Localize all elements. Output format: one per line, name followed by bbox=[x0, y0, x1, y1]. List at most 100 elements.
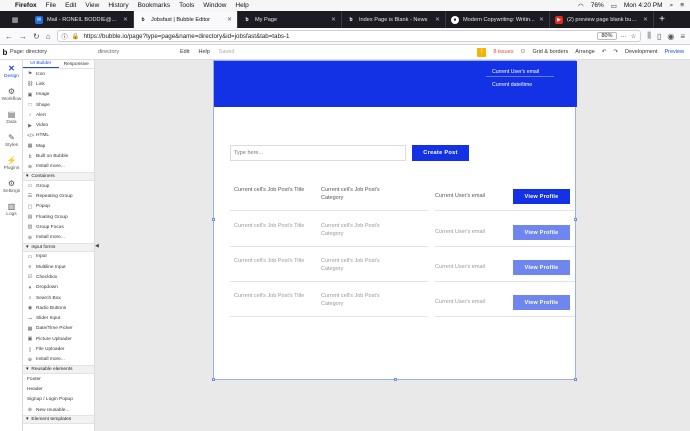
palette-item-picture-uploader[interactable]: ▣ Picture Uploader bbox=[23, 334, 94, 344]
collapse-panel-icon[interactable]: ◀ bbox=[95, 243, 99, 249]
tab-ui-builder[interactable]: UI Builder bbox=[23, 60, 59, 68]
hamburger-menu-icon[interactable]: ≡ bbox=[680, 32, 685, 41]
palette-item-alert[interactable]: ♪ Alert bbox=[23, 110, 94, 120]
palette-item-date-time-picker[interactable]: ▦ Date/Time Picker bbox=[23, 324, 94, 334]
section-input-forms[interactable]: ▾ Input forms bbox=[23, 242, 94, 252]
job-title-text[interactable]: Current cell's Job Post's Title bbox=[234, 187, 304, 193]
browser-tab-youtube[interactable]: ▶ (2) preview page blank bub... ✕ bbox=[550, 11, 654, 28]
close-icon[interactable]: ✕ bbox=[643, 16, 648, 23]
resize-handle[interactable] bbox=[394, 378, 397, 381]
user-email-text[interactable]: Current User's email bbox=[435, 193, 485, 199]
browser-tab-index-page[interactable]: b Index Page is Blank - News ✕ bbox=[342, 11, 446, 28]
rail-styles[interactable]: ✎ Styles bbox=[0, 129, 23, 152]
resize-handle[interactable] bbox=[212, 218, 215, 221]
search-icon[interactable]: ⌕ bbox=[670, 2, 674, 10]
menu-file[interactable]: File bbox=[46, 2, 56, 9]
close-icon[interactable]: ✕ bbox=[227, 16, 232, 23]
close-icon[interactable]: ✕ bbox=[123, 16, 128, 23]
close-icon[interactable]: ✕ bbox=[435, 16, 440, 23]
palette-item-file-uploader[interactable]: ▯ File Uploader bbox=[23, 344, 94, 354]
palette-item-install-more[interactable]: ⊕ Install more... bbox=[23, 162, 94, 172]
info-icon[interactable]: ⓘ bbox=[62, 32, 68, 41]
palette-item-repeating-group[interactable]: ☰ Repeating Group bbox=[23, 191, 94, 201]
palette-item-input[interactable]: ▭ Input bbox=[23, 252, 94, 262]
help-menu[interactable]: Help bbox=[198, 49, 209, 55]
page-selector[interactable]: Page: directory bbox=[10, 49, 98, 55]
bubble-logo-icon[interactable]: b bbox=[0, 48, 10, 57]
zoom-level[interactable]: 80% bbox=[597, 32, 617, 40]
resize-handle[interactable] bbox=[212, 378, 215, 381]
job-category-text[interactable]: Current cell's Job Post's Category bbox=[321, 293, 393, 309]
menu-tools[interactable]: Tools bbox=[179, 2, 194, 9]
preview-button[interactable]: Preview bbox=[664, 49, 684, 55]
grid-borders-button[interactable]: Grid & borders bbox=[532, 49, 568, 55]
back-icon[interactable]: ← bbox=[5, 32, 13, 41]
user-email-text[interactable]: Current User's email bbox=[435, 229, 485, 235]
page-directory[interactable]: Current User's email Current date/time C… bbox=[212, 60, 577, 381]
job-category-text[interactable]: Current cell's Job Post's Category bbox=[321, 223, 393, 239]
palette-item-signup-login-popup[interactable]: Signup / Login Popup bbox=[23, 395, 94, 405]
menu-help[interactable]: Help bbox=[235, 2, 248, 9]
palette-item-image[interactable]: ▣ Image bbox=[23, 90, 94, 100]
menu-app-name[interactable]: Firefox bbox=[15, 2, 37, 9]
create-post-button[interactable]: Create Post bbox=[412, 145, 469, 161]
view-profile-button[interactable]: View Profile bbox=[513, 225, 570, 240]
library-icon[interactable]: ⫼ bbox=[647, 31, 651, 41]
browser-tab-my-page[interactable]: b My Page ✕ bbox=[238, 11, 342, 28]
table-row[interactable]: Current cell's Job Post's Title Current … bbox=[230, 285, 575, 317]
header-date-time[interactable]: Current date/time bbox=[492, 82, 532, 88]
tab-responsive[interactable]: Responsive bbox=[59, 60, 95, 68]
menu-list-icon[interactable]: ≡ bbox=[680, 2, 684, 9]
url-bar[interactable]: ⓘ 🔒 https://bubble.io/page?type=page&nam… bbox=[56, 30, 642, 42]
user-email-text[interactable]: Current User's email bbox=[435, 299, 485, 305]
section-containers[interactable]: ▾ Containers bbox=[23, 171, 94, 181]
palette-item-shape[interactable]: □ Shape bbox=[23, 100, 94, 110]
palette-item-checkbox[interactable]: ☑ Checkbox bbox=[23, 272, 94, 282]
palette-item-multiline-input[interactable]: ≡ Multiline Input bbox=[23, 262, 94, 272]
rail-logs[interactable]: ▥ Logs bbox=[0, 198, 23, 221]
browser-tab-bubble-editor[interactable]: b Jobsfast | Bubble Editor ✕ bbox=[134, 11, 238, 28]
palette-item-search-box[interactable]: ⌕ Search Box bbox=[23, 293, 94, 303]
job-title-text[interactable]: Current cell's Job Post's Title bbox=[234, 258, 304, 264]
url-text[interactable]: https://bubble.io/page?type=page&name=di… bbox=[83, 33, 593, 40]
close-icon[interactable]: ✕ bbox=[331, 16, 336, 23]
rail-data[interactable]: ▤ Data bbox=[0, 106, 23, 129]
rail-plugins[interactable]: ⚡ Plugins bbox=[0, 152, 23, 175]
reload-icon[interactable]: ↻ bbox=[33, 32, 40, 41]
palette-item-popup[interactable]: ▢ Popup bbox=[23, 202, 94, 212]
redo-icon[interactable]: ↷ bbox=[613, 49, 618, 55]
element-dropdown[interactable]: directory bbox=[98, 49, 180, 55]
new-tab-icon[interactable]: + bbox=[654, 11, 670, 28]
palette-item-icon[interactable]: ⚑ Icon bbox=[23, 69, 94, 79]
resize-handle[interactable] bbox=[574, 218, 577, 221]
edit-menu[interactable]: Edit bbox=[180, 49, 189, 55]
home-icon[interactable]: ⌂ bbox=[46, 32, 51, 41]
browser-tab-mail[interactable]: ✉ Mail - RONEIL BODDIE@... ✕ bbox=[30, 11, 134, 28]
palette-item-link[interactable]: ⛓ Link bbox=[23, 79, 94, 89]
section-reusable-elements[interactable]: ▾ Reusable elements bbox=[23, 365, 94, 375]
rail-workflow[interactable]: ⚙ Workflow bbox=[0, 83, 23, 106]
palette-item-group-focus[interactable]: ▥ Group Focus bbox=[23, 222, 94, 232]
job-title-text[interactable]: Current cell's Job Post's Title bbox=[234, 293, 304, 299]
job-title-text[interactable]: Current cell's Job Post's Title bbox=[234, 223, 304, 229]
extension-icon[interactable]: ◉ bbox=[667, 32, 674, 41]
battery-level[interactable]: 76% bbox=[591, 2, 604, 9]
bookmark-star-icon[interactable]: ☆ bbox=[631, 33, 637, 40]
palette-item-map[interactable]: ▦ Map bbox=[23, 141, 94, 151]
palette-item-footer[interactable]: Footer bbox=[23, 374, 94, 384]
undo-icon[interactable]: ↶ bbox=[602, 49, 607, 55]
palette-item-new-reusable[interactable]: ⊕ New reusable... bbox=[23, 405, 94, 415]
header-user-email[interactable]: Current User's email bbox=[492, 69, 539, 75]
section-element-templates[interactable]: ▾ Element templates bbox=[23, 415, 94, 425]
version-selector[interactable]: Development bbox=[625, 49, 657, 55]
palette-item-install-more[interactable]: ⊕ Install more... bbox=[23, 355, 94, 365]
menu-bookmarks[interactable]: Bookmarks bbox=[138, 2, 171, 9]
post-input[interactable] bbox=[230, 145, 406, 161]
palette-item-built-on-bubble[interactable]: b Built on Bubble bbox=[23, 151, 94, 161]
user-email-text[interactable]: Current User's email bbox=[435, 264, 485, 270]
sidebar-icon[interactable]: ▯ bbox=[657, 32, 661, 41]
palette-item-radio-buttons[interactable]: ◉ Radio Buttons bbox=[23, 303, 94, 313]
palette-item-group[interactable]: ▭ Group bbox=[23, 181, 94, 191]
lock-icon[interactable]: 🔒 bbox=[72, 32, 80, 40]
palette-item-slider-input[interactable]: ⊸ Slider Input bbox=[23, 314, 94, 324]
